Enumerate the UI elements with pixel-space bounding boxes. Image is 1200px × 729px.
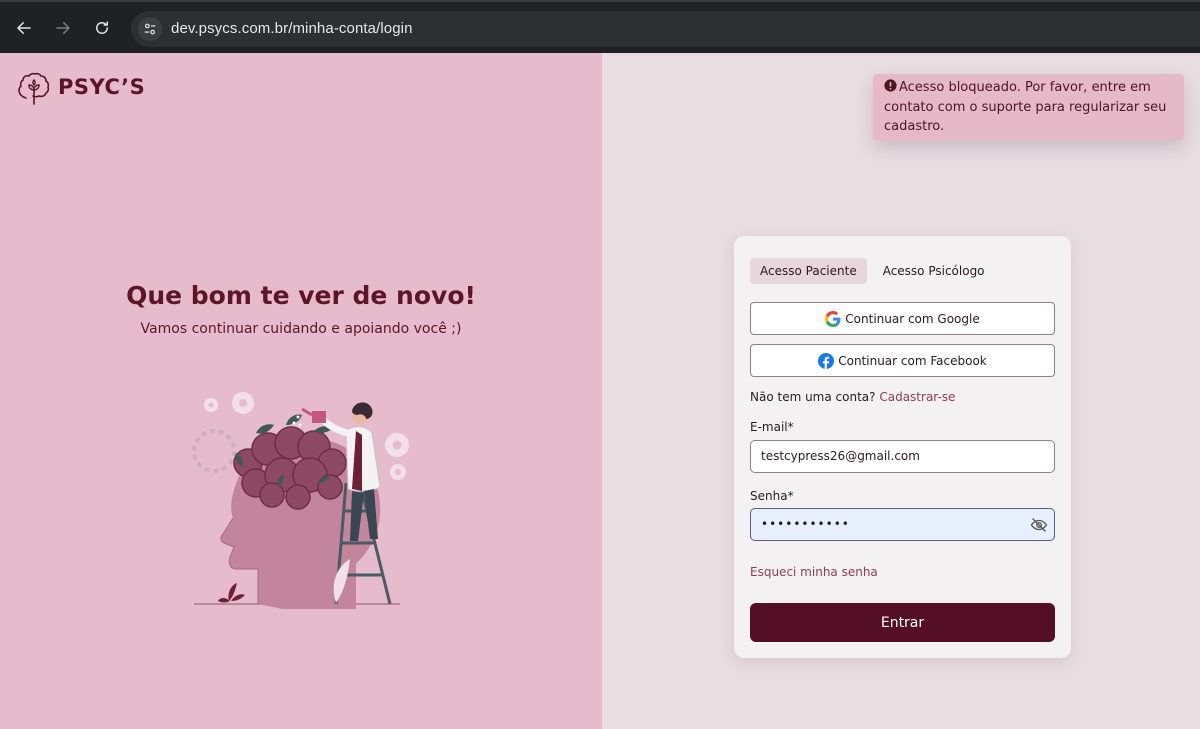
- error-toast-message: Acesso bloqueado. Por favor, entre em co…: [884, 80, 1167, 134]
- site-info-button[interactable]: [138, 17, 162, 41]
- error-toast: Acesso bloqueado. Por favor, entre em co…: [873, 74, 1184, 140]
- forward-button[interactable]: [51, 16, 75, 40]
- login-submit-button[interactable]: Entrar: [750, 603, 1055, 642]
- password-field[interactable]: •••••••••••: [750, 508, 1055, 541]
- signup-link[interactable]: Cadastrar-se: [879, 390, 955, 404]
- forgot-password-link[interactable]: Esqueci minha senha: [750, 565, 878, 579]
- password-label: Senha*: [750, 489, 794, 503]
- welcome-panel: PSYC’S Que bom te ver de novo! Vamos con…: [0, 53, 602, 729]
- eye-off-icon[interactable]: [1030, 516, 1048, 534]
- access-tabs: Acesso Paciente Acesso Psicólogo: [750, 258, 1001, 284]
- facebook-login-label: Continuar com Facebook: [838, 353, 987, 368]
- back-button[interactable]: [12, 16, 36, 40]
- signup-prompt-text: Não tem uma conta?: [750, 390, 876, 404]
- alert-circle-icon: [884, 79, 897, 92]
- brand-name: PSYC’S: [58, 75, 146, 99]
- arrow-left-icon: [17, 22, 31, 34]
- welcome-subtitle: Vamos continuar cuidando e apoiando você…: [140, 321, 462, 337]
- brain-flower-icon: [18, 72, 50, 105]
- address-bar[interactable]: dev.psycs.com.br/minha-conta/login: [131, 11, 1200, 47]
- brain-care-illustration: [192, 392, 409, 609]
- facebook-icon: [818, 352, 835, 369]
- brand-logo[interactable]: PSYC’S: [16, 68, 145, 106]
- password-value: •••••••••••: [761, 517, 850, 531]
- google-icon: [825, 310, 841, 327]
- signup-prompt: Não tem uma conta? Cadastrar-se: [750, 390, 955, 404]
- google-login-button[interactable]: Continuar com Google: [750, 302, 1055, 335]
- browser-toolbar: dev.psycs.com.br/minha-conta/login: [0, 0, 1200, 53]
- email-label: E-mail*: [750, 420, 794, 434]
- tune-icon: [144, 23, 156, 35]
- tab-psychologist-access[interactable]: Acesso Psicólogo: [873, 258, 995, 284]
- login-card: Acesso Paciente Acesso Psicólogo Continu…: [734, 236, 1071, 658]
- email-field[interactable]: testcypress26@gmail.com: [750, 440, 1055, 473]
- google-login-label: Continuar com Google: [845, 311, 980, 326]
- arrow-right-icon: [56, 22, 70, 34]
- reload-button[interactable]: [90, 16, 114, 40]
- tab-patient-access[interactable]: Acesso Paciente: [750, 258, 867, 284]
- url-text[interactable]: dev.psycs.com.br/minha-conta/login: [171, 20, 413, 37]
- welcome-title: Que bom te ver de novo!: [126, 281, 476, 310]
- facebook-login-button[interactable]: Continuar com Facebook: [750, 344, 1055, 377]
- reload-icon: [96, 21, 108, 34]
